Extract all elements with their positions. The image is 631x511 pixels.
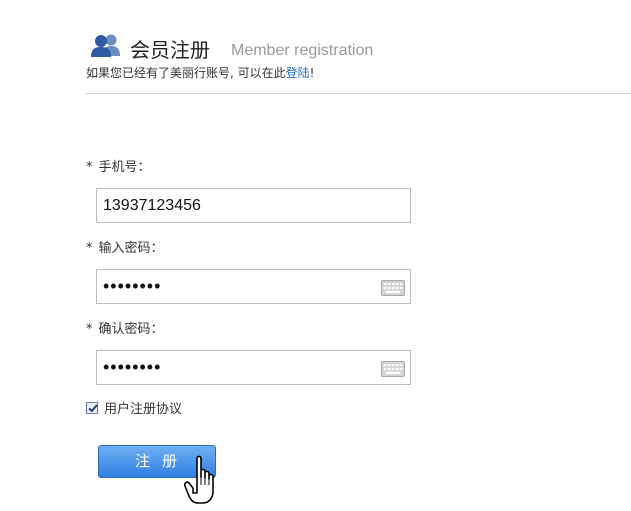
required-star: * (86, 241, 93, 256)
required-star: * (86, 160, 93, 175)
login-hint-text: 如果您已经有了美丽行账号, 可以在此 (86, 66, 286, 80)
confirm-field[interactable] (96, 350, 411, 385)
check-icon (88, 403, 98, 412)
password-input[interactable] (97, 270, 373, 303)
agreement-checkbox[interactable] (86, 401, 98, 414)
phone-input[interactable] (97, 189, 373, 222)
phone-field[interactable] (96, 188, 411, 223)
page-title: 会员注册 (130, 38, 210, 62)
confirm-label-text: 确认密码： (98, 322, 164, 337)
header-divider (86, 93, 631, 94)
page-title-english: Member registration (231, 42, 374, 59)
phone-label-text: 手机号： (98, 160, 151, 175)
phone-label: * 手机号： (86, 156, 151, 175)
login-link[interactable]: 登陆 (286, 66, 310, 80)
confirm-label: * 确认密码： (86, 318, 164, 337)
password-label-text: 输入密码： (98, 241, 164, 256)
password-label: * 输入密码： (86, 237, 164, 256)
users-icon (91, 34, 120, 57)
login-hint: 如果您已经有了美丽行账号, 可以在此登陆! (86, 64, 314, 81)
agreement-row: 用户注册协议 (86, 398, 182, 417)
hand-cursor-icon (184, 455, 214, 504)
agreement-label[interactable]: 用户注册协议 (104, 398, 182, 417)
password-field[interactable] (96, 269, 411, 304)
keyboard-icon[interactable] (381, 361, 405, 377)
keyboard-icon[interactable] (381, 280, 405, 296)
required-star: * (86, 322, 93, 337)
confirm-password-input[interactable] (97, 351, 373, 384)
login-hint-suffix: ! (309, 66, 315, 80)
